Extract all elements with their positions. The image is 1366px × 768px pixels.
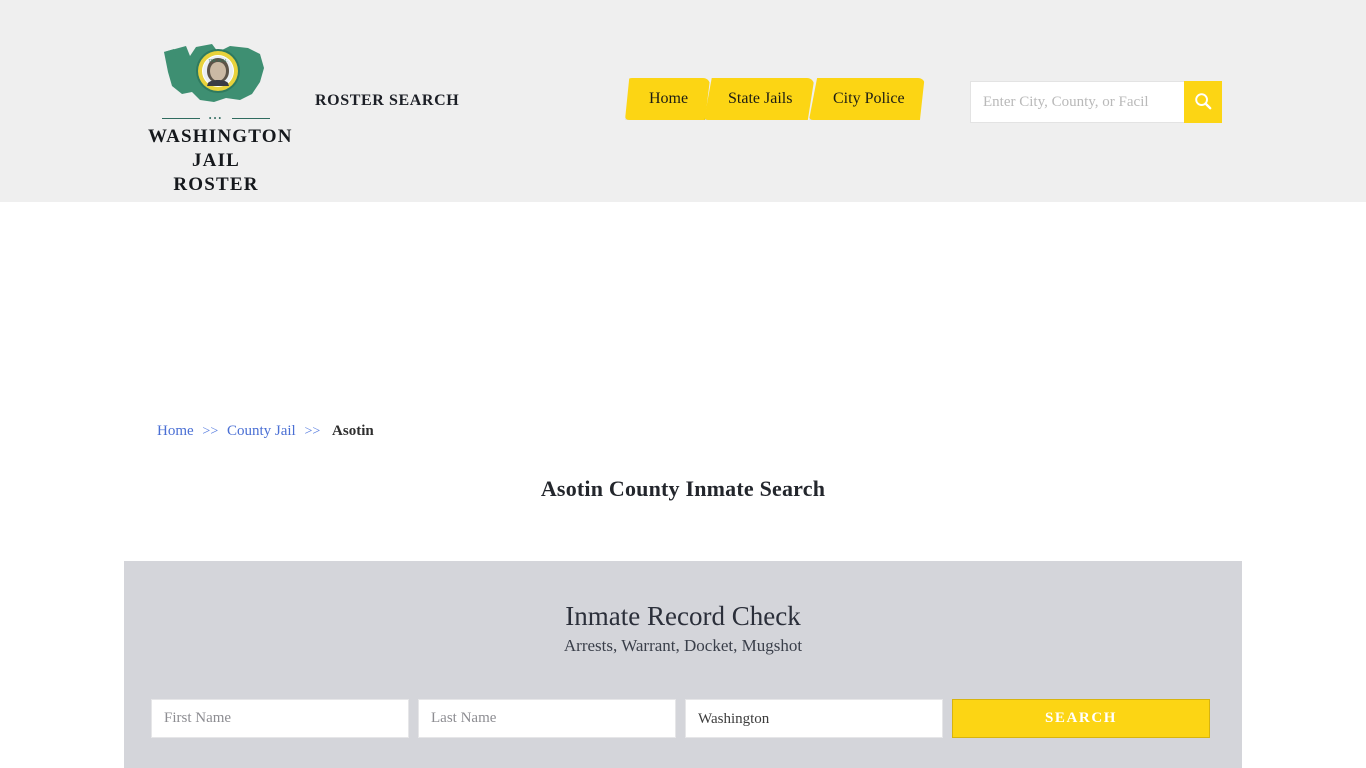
main-navigation: Home State Jails City Police [625,78,918,126]
site-tagline: ROSTER SEARCH [315,92,460,109]
logo-divider: ••• [162,114,270,123]
breadcrumb-item-current: Asotin [332,423,374,439]
site-header: THE SEAL ••• WASHINGTON JAIL ROSTER ROST… [0,0,1366,202]
search-button[interactable]: SEARCH [952,699,1210,738]
first-name-input[interactable] [151,699,409,738]
nav-item-state-jails[interactable]: State Jails [704,78,814,120]
page-title: Asotin County Inmate Search [540,476,826,501]
inmate-record-check-panel: Inmate Record Check Arrests, Warrant, Do… [124,561,1242,768]
breadcrumb: Home >> County Jail >> Asotin [157,423,374,440]
header-search [970,81,1222,123]
logo-line-2: JAIL ROSTER [173,150,259,195]
site-logo[interactable]: THE SEAL ••• WASHINGTON JAIL ROSTER [148,38,293,197]
last-name-input[interactable] [418,699,676,738]
panel-subtitle: Arrests, Warrant, Docket, Mugshot [563,636,803,655]
search-icon [1194,92,1212,113]
panel-title: Inmate Record Check [565,601,801,631]
header-search-input[interactable] [970,81,1184,123]
inmate-search-form: Washington SEARCH [151,699,1215,738]
state-select[interactable]: Washington [685,699,943,738]
nav-item-city-police[interactable]: City Police [809,78,925,120]
washington-state-seal-icon: THE SEAL [148,38,284,110]
nav-item-home[interactable]: Home [625,78,710,120]
svg-text:THE SEAL: THE SEAL [209,58,228,63]
breadcrumb-separator: >> [304,424,321,439]
breadcrumb-item-county-jail[interactable]: County Jail [227,423,296,439]
logo-dots: ••• [208,114,224,123]
header-search-button[interactable] [1184,81,1222,123]
logo-line-1: WASHINGTON [148,126,293,147]
breadcrumb-item-home[interactable]: Home [157,423,194,439]
breadcrumb-separator: >> [202,424,219,439]
